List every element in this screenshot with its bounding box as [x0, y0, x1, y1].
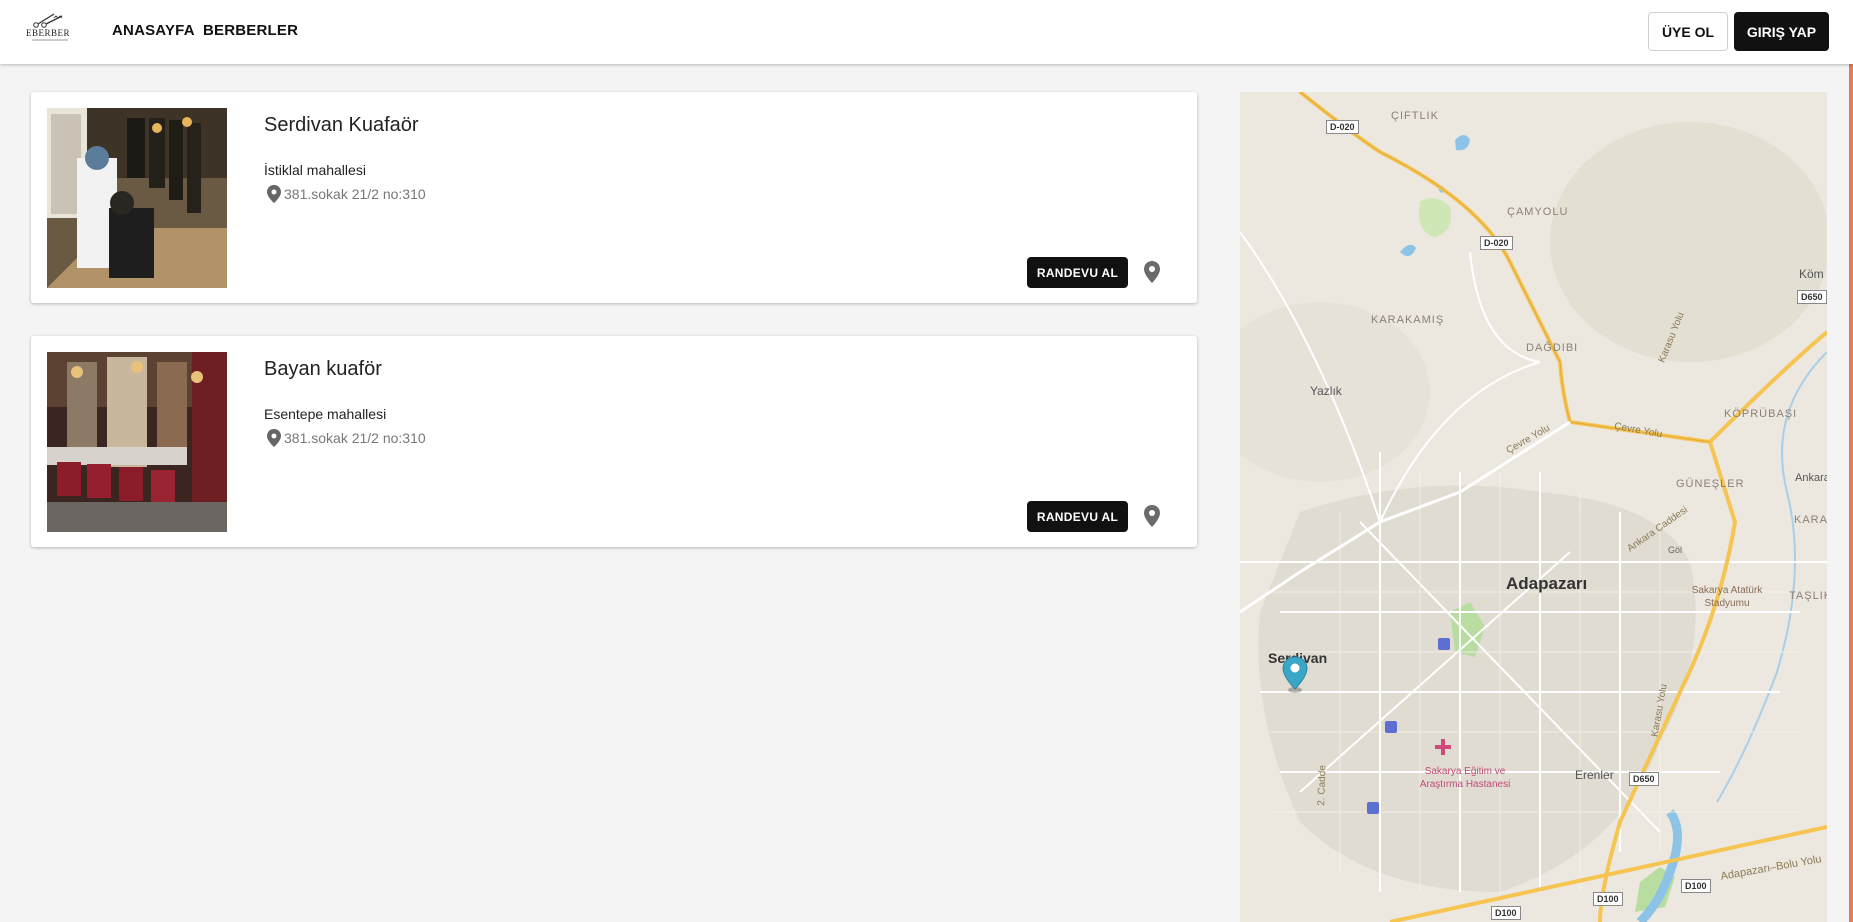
map-label: Köm — [1799, 267, 1824, 281]
map-view[interactable]: ÇIFTLIK ÇAMYOLU KARAKAMIŞ DAĞDIBI Yazlık… — [1240, 92, 1827, 922]
book-appointment-button[interactable]: RANDEVU AL — [1027, 257, 1128, 288]
road-shield: D100 — [1593, 892, 1623, 906]
brand-logo[interactable]: EBERBER — [24, 10, 74, 44]
scissors-logo-icon — [32, 13, 68, 41]
nav-anasayfa[interactable]: ANASAYFA — [112, 22, 195, 39]
book-appointment-button[interactable]: RANDEVU AL — [1027, 501, 1128, 532]
road-shield: D650 — [1797, 290, 1827, 304]
map-label: ÇIFTLIK — [1391, 110, 1439, 122]
barber-name: Serdivan Kuafaör — [264, 114, 419, 136]
road-shield: D-020 — [1480, 236, 1513, 250]
road-shield: D100 — [1681, 879, 1711, 893]
map-marker-icon[interactable] — [1281, 656, 1309, 694]
scrollbar-accent[interactable] — [1849, 64, 1853, 922]
map-label: ÇAMYOLU — [1507, 206, 1569, 218]
top-navbar: EBERBER ANASAYFA BERBERLER ÜYE OL GIRIŞ … — [0, 0, 1853, 64]
map-label: GÜNEŞLER — [1676, 478, 1745, 490]
map-pin-icon[interactable] — [1142, 504, 1162, 528]
map-label: Göl — [1668, 545, 1683, 555]
barber-name: Bayan kuaför — [264, 358, 382, 380]
barber-card: Bayan kuaför Esentepe mahallesi 381.soka… — [31, 336, 1197, 547]
barber-photo — [47, 352, 227, 532]
map-label: KARAKAMIŞ — [1371, 314, 1445, 326]
address-text: 381.sokak 21/2 no:310 — [284, 430, 426, 446]
login-button[interactable]: GIRIŞ YAP — [1734, 12, 1829, 51]
map-pin-icon[interactable] — [1142, 260, 1162, 284]
map-label: Yazlık — [1310, 384, 1342, 398]
barber-address: 381.sokak 21/2 no:310 — [267, 429, 426, 447]
map-label: Adapazarı — [1506, 574, 1588, 593]
address-text: 381.sokak 21/2 no:310 — [284, 186, 426, 202]
barber-district: İstiklal mahallesi — [264, 162, 366, 178]
location-pin-icon — [267, 185, 281, 203]
road-shield: D650 — [1629, 772, 1659, 786]
barber-photo — [47, 108, 227, 288]
nav-berberler[interactable]: BERBERLER — [203, 22, 298, 39]
barber-district: Esentepe mahallesi — [264, 406, 387, 422]
barber-address: 381.sokak 21/2 no:310 — [267, 185, 426, 203]
road-shield: D100 — [1491, 906, 1521, 920]
map-label: KARAKÖ — [1794, 514, 1827, 526]
map-label: DAĞDIBI — [1526, 342, 1579, 354]
road-shield: D-020 — [1326, 120, 1359, 134]
map-label: Sakarya Eğitim ve Araştırma Hastanesi — [1419, 766, 1511, 790]
signup-button[interactable]: ÜYE OL — [1648, 12, 1728, 51]
map-label: TAŞLIK — [1789, 590, 1827, 602]
map-label: KÖPRÜBAŞI — [1724, 408, 1798, 420]
location-pin-icon — [267, 429, 281, 447]
map-label: 2. Cadde — [1316, 765, 1329, 806]
map-label: Ankara — [1795, 472, 1827, 484]
logo-text: EBERBER — [26, 28, 71, 38]
map-label: Erenler — [1575, 768, 1614, 782]
map-label: Sakarya Atatürk Stadyumu — [1691, 585, 1763, 609]
barber-card: Serdivan Kuafaör İstiklal mahallesi 381.… — [31, 92, 1197, 303]
